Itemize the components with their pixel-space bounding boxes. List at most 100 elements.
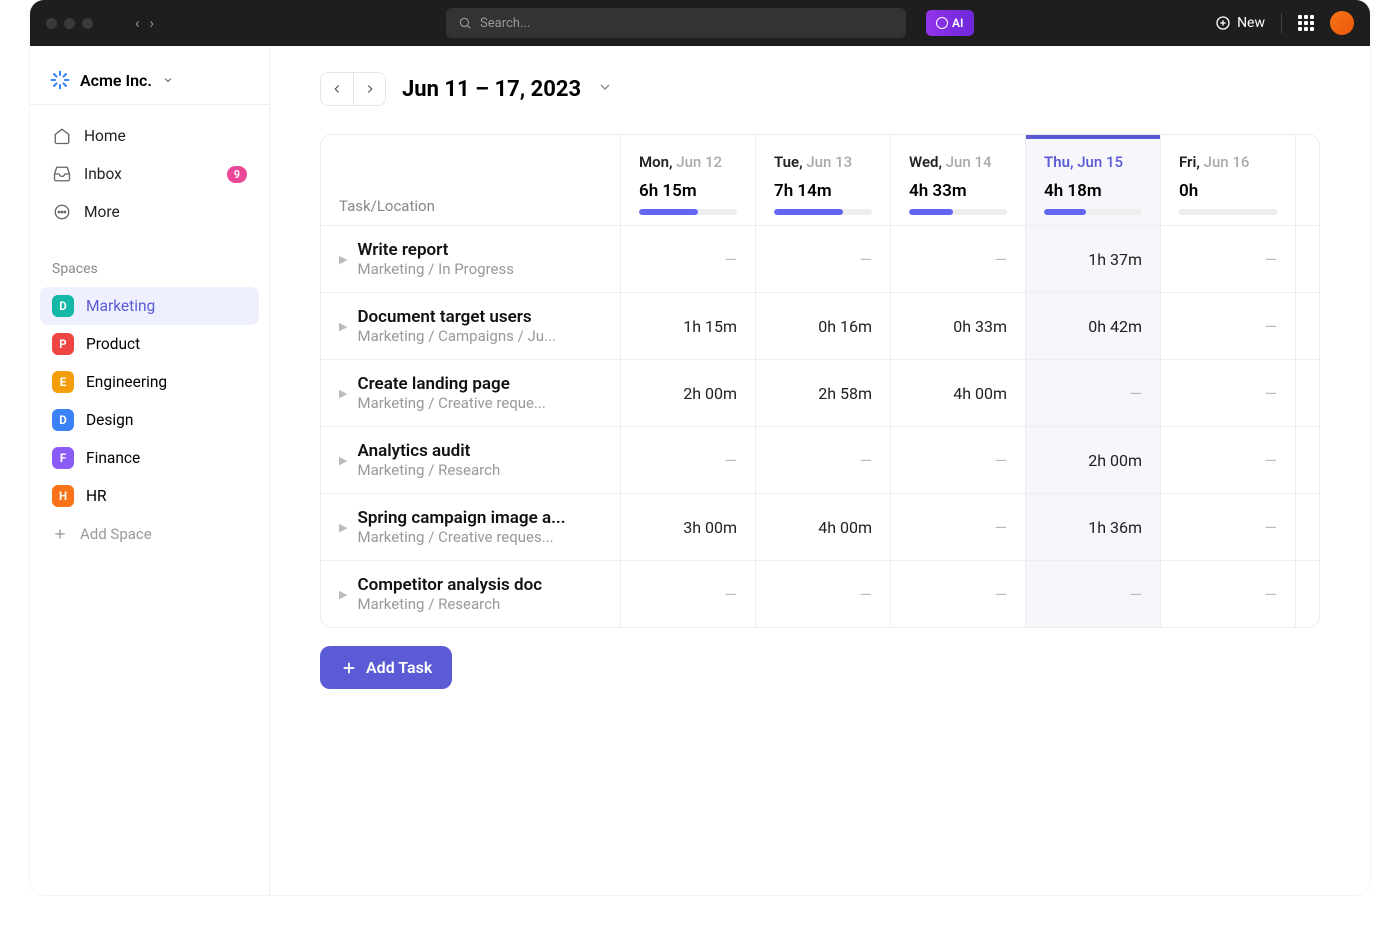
time-cell[interactable]: —	[1161, 293, 1296, 359]
time-cell[interactable]: —	[1026, 360, 1161, 426]
date-range-dropdown[interactable]	[597, 79, 613, 99]
time-cell[interactable]: —	[891, 494, 1026, 560]
add-space-button[interactable]: Add Space	[30, 515, 269, 553]
task-path: Marketing / Research	[357, 595, 542, 613]
time-cell[interactable]: 2h 58m	[756, 360, 891, 426]
task-cell[interactable]: ▶Document target usersMarketing / Campai…	[321, 293, 621, 359]
back-icon[interactable]: ‹	[135, 14, 140, 32]
table-row: ▶Analytics auditMarketing / Research———2…	[321, 426, 1319, 493]
task-column-header: Task/Location	[321, 135, 621, 225]
space-item[interactable]: DMarketing	[40, 287, 259, 325]
time-cell[interactable]: 0h 16m	[756, 293, 891, 359]
expand-icon[interactable]: ▶	[339, 253, 347, 266]
time-cell[interactable]: 2h 00m	[621, 360, 756, 426]
space-label: Product	[86, 335, 140, 353]
task-path: Marketing / In Progress	[357, 260, 513, 278]
time-cell[interactable]: —	[1161, 360, 1296, 426]
expand-icon[interactable]: ▶	[339, 387, 347, 400]
table-row: ▶Spring campaign image a...Marketing / C…	[321, 493, 1319, 560]
time-cell[interactable]: 1h 36m	[1026, 494, 1161, 560]
maximize-dot[interactable]	[82, 18, 93, 29]
space-icon: E	[52, 371, 74, 393]
time-cell[interactable]: 4h 00m	[891, 360, 1026, 426]
task-path: Marketing / Research	[357, 461, 500, 479]
space-label: HR	[86, 487, 107, 505]
space-item[interactable]: PProduct	[40, 325, 259, 363]
table-row: ▶Write reportMarketing / In Progress———1…	[321, 225, 1319, 292]
expand-icon[interactable]: ▶	[339, 454, 347, 467]
time-cell[interactable]: 1h 15m	[621, 293, 756, 359]
time-cell[interactable]: —	[756, 427, 891, 493]
date-range: Jun 11 – 17, 2023	[402, 77, 581, 102]
expand-icon[interactable]: ▶	[339, 521, 347, 534]
time-cell[interactable]: —	[621, 561, 756, 627]
task-cell[interactable]: ▶ Write reportMarketing / In Progress	[321, 226, 621, 292]
task-cell[interactable]: ▶ Create landing pageMarketing / Creative…	[321, 360, 621, 426]
day-column-header[interactable]: Tue, Jun 137h 14m	[756, 135, 891, 225]
task-cell[interactable]: ▶Analytics auditMarketing / Research	[321, 427, 621, 493]
more-icon	[52, 202, 72, 222]
time-cell[interactable]: 0h 42m	[1026, 293, 1161, 359]
content: Jun 11 – 17, 2023 Task/LocationMon, Jun …	[270, 46, 1370, 895]
expand-icon[interactable]: ▶	[339, 320, 347, 333]
new-button[interactable]: New	[1215, 15, 1265, 31]
time-cell[interactable]: 0h 33m	[891, 293, 1026, 359]
nav-more[interactable]: More	[40, 193, 259, 231]
time-cell[interactable]: —	[891, 427, 1026, 493]
workspace-switcher[interactable]: Acme Inc.	[30, 62, 269, 105]
day-column-header[interactable]: Thu, Jun 154h 18m	[1026, 135, 1161, 225]
forward-icon[interactable]: ›	[150, 14, 155, 32]
space-item[interactable]: EEngineering	[40, 363, 259, 401]
time-cell[interactable]: —	[1161, 226, 1296, 292]
time-cell[interactable]: —	[756, 226, 891, 292]
ai-button[interactable]: AI	[926, 10, 973, 36]
time-cell[interactable]: —	[621, 427, 756, 493]
time-cell[interactable]: —	[621, 226, 756, 292]
time-cell[interactable]: —	[1161, 494, 1296, 560]
time-cell[interactable]: —	[891, 226, 1026, 292]
time-cell[interactable]: —	[756, 561, 891, 627]
nav-home[interactable]: Home	[40, 117, 259, 155]
day-column-header[interactable]: Fri, Jun 160h	[1161, 135, 1296, 225]
task-name: Competitor analysis doc	[357, 575, 542, 595]
table-row: ▶Document target usersMarketing / Campai…	[321, 292, 1319, 359]
space-icon: D	[52, 295, 74, 317]
plus-icon	[340, 659, 358, 677]
next-week-button[interactable]	[353, 73, 385, 105]
task-name: Spring campaign image a...	[357, 508, 565, 528]
minimize-dot[interactable]	[64, 18, 75, 29]
time-cell[interactable]: —	[891, 561, 1026, 627]
task-name: Write report	[357, 240, 513, 260]
task-name: Create landing page	[357, 374, 545, 394]
space-item[interactable]: DDesign	[40, 401, 259, 439]
time-cell[interactable]: —	[1161, 427, 1296, 493]
avatar[interactable]	[1330, 11, 1354, 35]
time-cell[interactable]: 2h 00m	[1026, 427, 1161, 493]
inbox-badge: 9	[227, 166, 247, 183]
space-item[interactable]: HHR	[40, 477, 259, 515]
time-cell[interactable]: 3h 00m	[621, 494, 756, 560]
time-cell[interactable]: —	[1161, 561, 1296, 627]
task-path: Marketing / Creative reque...	[357, 394, 545, 412]
add-task-button[interactable]: Add Task	[320, 646, 452, 689]
time-cell[interactable]: 4h 00m	[756, 494, 891, 560]
day-column-header[interactable]: Wed, Jun 144h 33m	[891, 135, 1026, 225]
window-controls	[46, 18, 93, 29]
apps-icon[interactable]	[1298, 15, 1314, 31]
inbox-icon	[52, 164, 72, 184]
sidebar: Acme Inc. Home Inbox 9 More Spaces	[30, 46, 270, 895]
search-input[interactable]: Search...	[446, 8, 906, 38]
day-column-header[interactable]: Mon, Jun 126h 15m	[621, 135, 756, 225]
workspace-logo-icon	[50, 70, 70, 90]
task-cell[interactable]: ▶ Competitor analysis docMarketing / Rese…	[321, 561, 621, 627]
time-cell[interactable]: —	[1026, 561, 1161, 627]
task-cell[interactable]: ▶Spring campaign image a...Marketing / C…	[321, 494, 621, 560]
expand-icon[interactable]: ▶	[339, 588, 347, 601]
search-placeholder: Search...	[480, 16, 530, 31]
time-cell[interactable]: 1h 37m	[1026, 226, 1161, 292]
close-dot[interactable]	[46, 18, 57, 29]
space-icon: F	[52, 447, 74, 469]
space-item[interactable]: FFinance	[40, 439, 259, 477]
prev-week-button[interactable]	[321, 73, 353, 105]
nav-inbox[interactable]: Inbox 9	[40, 155, 259, 193]
